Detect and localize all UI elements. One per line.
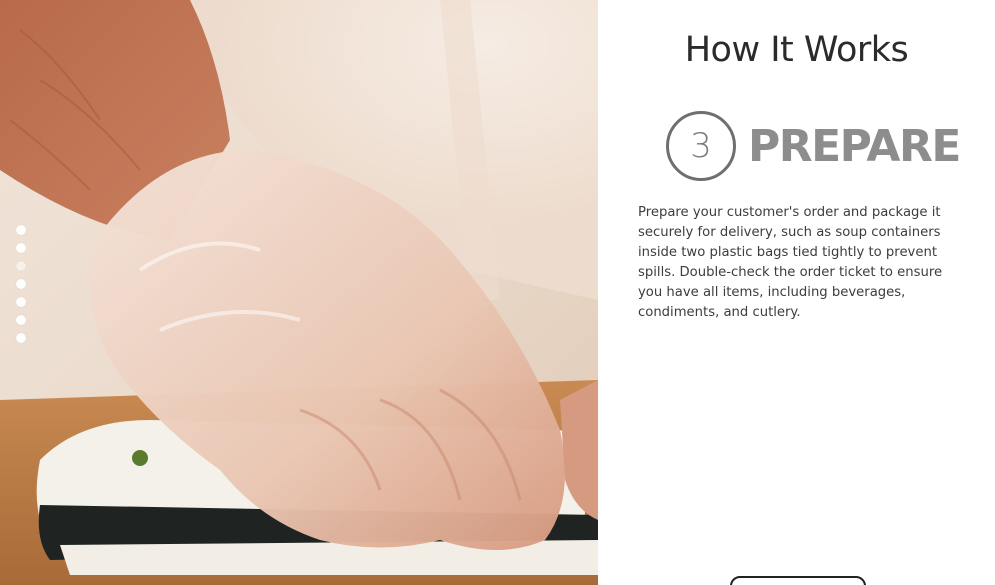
cta-button[interactable] [730, 576, 866, 585]
pager-dot-2[interactable] [16, 243, 26, 253]
pager-dot-5[interactable] [16, 297, 26, 307]
pager-dot-1[interactable] [16, 225, 26, 235]
sushi-rolling-photo-icon [0, 0, 598, 585]
slide-pager [16, 225, 28, 343]
step-name: PREPARE [748, 120, 961, 172]
step-heading: 3 PREPARE [666, 110, 961, 182]
step-number: 3 [690, 126, 712, 166]
step-content-panel: How It Works 3 PREPARE Prepare your cust… [598, 0, 995, 585]
pager-dot-4[interactable] [16, 279, 26, 289]
step-description: Prepare your customer's order and packag… [638, 205, 943, 320]
pager-dot-3-active[interactable] [16, 261, 26, 271]
pager-dot-7[interactable] [16, 333, 26, 343]
step-number-circle: 3 [666, 111, 736, 181]
pager-dot-6[interactable] [16, 315, 26, 325]
hero-photo [0, 0, 598, 585]
how-it-works-slide: How It Works 3 PREPARE Prepare your cust… [0, 0, 995, 585]
section-title: How It Works [684, 30, 909, 70]
